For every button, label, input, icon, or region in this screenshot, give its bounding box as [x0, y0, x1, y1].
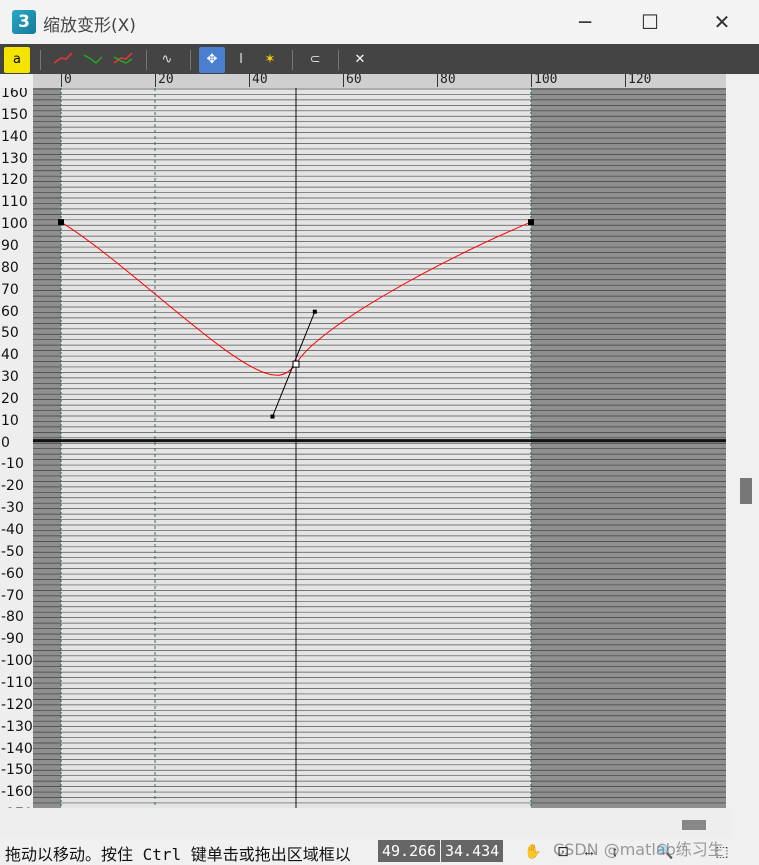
y-axis-label: -40	[1, 522, 24, 538]
curve-red-green-button[interactable]	[110, 47, 136, 73]
title-bar: 3 缩放变形(X) ─ ☐ ✕	[0, 0, 759, 44]
y-axis-label: 70	[1, 281, 19, 298]
y-axis-label: -30	[1, 500, 24, 517]
x-value-field[interactable]: 49.266	[378, 840, 440, 862]
toolbar-separator	[292, 50, 293, 70]
tangent-handle-out	[312, 309, 317, 314]
ruler-label: 120	[625, 74, 651, 87]
ruler-label: 0	[61, 74, 72, 87]
y-axis-label: -10	[1, 456, 24, 473]
y-axis-label: -110	[1, 674, 33, 691]
tangent-handle-in	[270, 414, 275, 419]
y-axis-label: 10	[1, 412, 19, 429]
watermark: CSDN @matlab练习生	[553, 840, 724, 859]
window-title: 缩放变形(X)	[43, 16, 136, 36]
smooth-button[interactable]: ∿	[154, 47, 180, 73]
y-axis-label: 50	[1, 325, 19, 342]
y-axis-label: -150	[1, 762, 33, 779]
scale-point-icon: Ⅰ	[239, 52, 243, 67]
toolbar-separator	[40, 50, 41, 70]
toolbar: a ∿ ✥ Ⅰ ✶ ⊂ ✕	[0, 44, 759, 74]
y-axis-label: 160	[1, 88, 28, 101]
horizontal-scrollbar[interactable]	[0, 808, 733, 838]
ruler-label: 100	[531, 74, 557, 87]
ruler-label: 20	[155, 74, 174, 87]
y-axis-label: -120	[1, 696, 33, 713]
y-axis-label: -80	[1, 609, 24, 626]
maximize-button[interactable]: ☐	[628, 6, 672, 38]
y-axis-label: -20	[1, 478, 24, 495]
vertical-scroll-thumb[interactable]	[740, 478, 752, 504]
pan-hand-icon[interactable]: ✋	[523, 841, 543, 861]
vertical-scrollbar[interactable]	[733, 74, 759, 814]
y-axis-label: 60	[1, 303, 19, 320]
y-axis-label: -70	[1, 587, 24, 604]
y-axis-label: 30	[1, 369, 19, 386]
insert-point-button[interactable]: ✶	[257, 47, 283, 73]
a-lock-icon: a	[13, 52, 21, 67]
insert-point-icon: ✶	[264, 52, 276, 67]
horizontal-scroll-thumb[interactable]	[682, 820, 706, 830]
y-axis-label: -140	[1, 740, 33, 757]
ruler-label: 80	[437, 74, 456, 87]
y-axis: 160 150 140 130 120 110 100 90 80 70 60 50 40 30 20 10 0…	[0, 88, 33, 808]
close-button[interactable]: ✕	[700, 6, 744, 38]
delete-point-button[interactable]: ✕	[347, 47, 373, 73]
green-curve-icon	[83, 54, 103, 65]
y-axis-label: 0	[1, 434, 10, 451]
y-axis-label: -130	[1, 718, 33, 735]
status-message: 拖动以移动。按住 Ctrl 键单击或拖出区域框以	[5, 845, 351, 864]
toolbar-separator	[338, 50, 339, 70]
curve-green-button[interactable]	[80, 47, 106, 73]
reset-button[interactable]: ⊂	[302, 47, 328, 73]
y-axis-label: 100	[1, 216, 28, 233]
y-axis-label: 120	[1, 172, 28, 189]
move-button[interactable]: ✥	[199, 47, 225, 73]
y-axis-label: 20	[1, 390, 19, 407]
red-green-curve-icon	[113, 52, 133, 64]
y-axis-label: -160	[1, 784, 33, 801]
y-value-field[interactable]: 34.434	[441, 840, 503, 862]
curve-graph[interactable]	[33, 88, 726, 808]
x-ruler[interactable]: 0 20 40 60 80 100 120	[33, 74, 726, 89]
y-axis-label: 130	[1, 150, 28, 167]
curve-red-button[interactable]	[50, 47, 76, 73]
toolbar-separator	[190, 50, 191, 70]
y-axis-label: 150	[1, 106, 28, 123]
control-point	[58, 219, 64, 226]
toolbar-separator	[146, 50, 147, 70]
app-logo-icon: 3	[12, 10, 36, 34]
reset-icon: ⊂	[309, 52, 321, 67]
y-axis-label: -90	[1, 631, 24, 648]
minimize-button[interactable]: ─	[563, 6, 607, 38]
ruler-label: 40	[249, 74, 268, 87]
wave-icon: ∿	[161, 52, 173, 67]
ruler-label: 60	[343, 74, 362, 87]
y-axis-label: 110	[1, 194, 28, 211]
y-axis-label: 140	[1, 128, 28, 145]
y-axis-label: -50	[1, 543, 24, 560]
selected-control-point	[292, 360, 300, 368]
y-axis-label: -100	[1, 653, 33, 670]
lock-selection-button[interactable]: a	[4, 47, 30, 73]
scale-point-button[interactable]: Ⅰ	[228, 47, 254, 73]
y-axis-label: 40	[1, 347, 19, 364]
y-axis-label: 90	[1, 237, 19, 254]
y-axis-label: -60	[1, 565, 24, 582]
control-point	[528, 219, 534, 226]
red-curve-icon	[53, 52, 73, 64]
y-axis-label: 80	[1, 259, 19, 276]
move-icon: ✥	[206, 52, 218, 67]
delete-x-icon: ✕	[354, 52, 366, 67]
